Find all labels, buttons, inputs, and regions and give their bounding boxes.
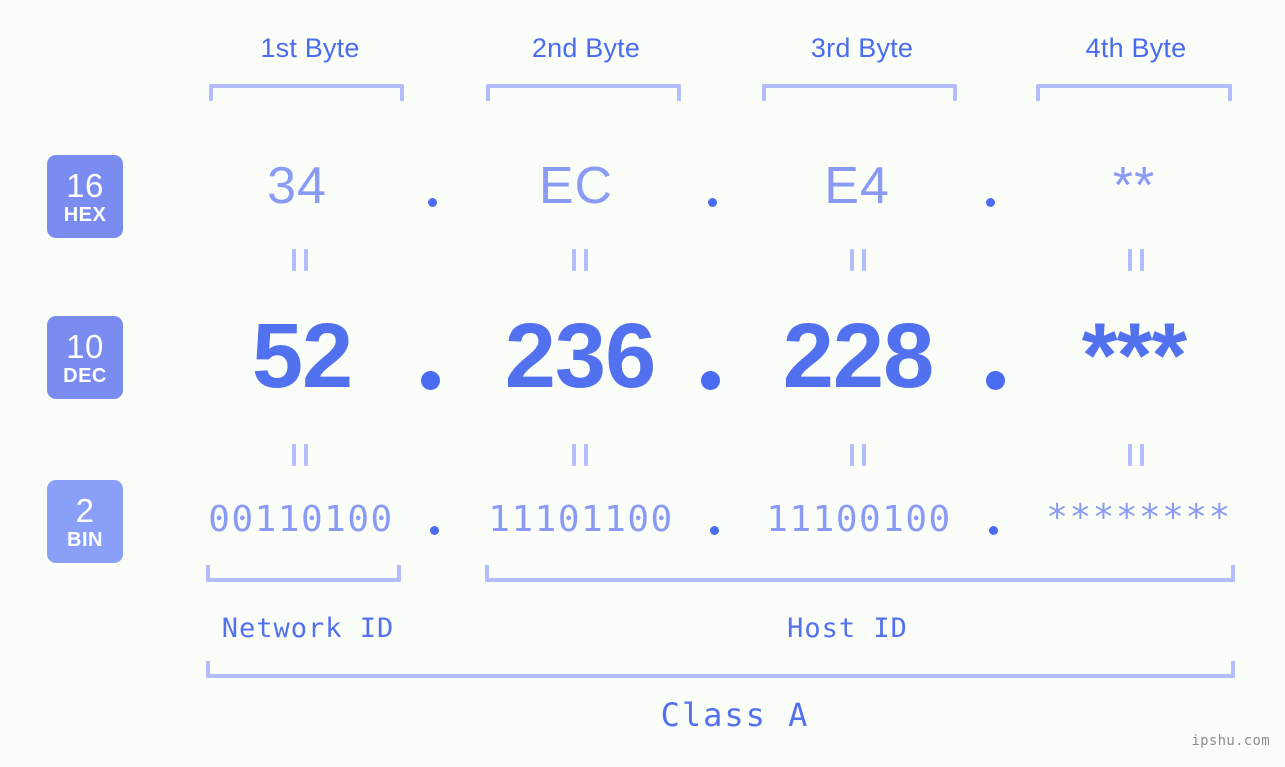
class-label: Class A [660,696,810,734]
host-id-label: Host ID [787,613,908,644]
byte-column-label-1: 1st Byte [260,33,360,63]
base-badge-dec: 10 DEC [47,316,123,399]
hex-byte-3: E4 [824,157,890,215]
bin-byte-1: 00110100 [208,499,394,540]
network-id-label: Network ID [221,613,395,644]
dec-separator-dot-3 [986,371,1005,390]
equals-hex-dec-2 [572,249,588,271]
equals-hex-dec-4 [1128,249,1144,271]
byte-column-label-3: 3rd Byte [810,33,914,63]
hex-separator-dot-3 [986,198,995,207]
hex-separator-dot-1 [428,198,437,207]
equals-dec-bin-3 [850,444,866,466]
dec-byte-1: 52 [251,305,353,407]
hex-byte-4: ** [1112,157,1156,215]
host-id-bracket [485,565,1235,582]
dec-byte-2: 236 [504,305,657,407]
bin-byte-3: 11100100 [766,499,952,540]
byte-column-label-2: 2nd Byte [531,33,641,63]
base-badge-hex-name: HEX [63,203,107,226]
equals-dec-bin-2 [572,444,588,466]
bin-separator-dot-2 [710,526,719,535]
dec-separator-dot-1 [421,371,440,390]
hex-separator-dot-2 [708,198,717,207]
bin-separator-dot-1 [430,526,439,535]
base-badge-dec-number: 10 [66,327,104,365]
base-badge-bin: 2 BIN [47,480,123,563]
ip-address-diagram: 1st Byte 2nd Byte 3rd Byte 4th Byte 16 H… [0,0,1285,767]
base-badge-bin-number: 2 [75,491,95,529]
bin-byte-2: 11101100 [488,499,674,540]
equals-hex-dec-1 [292,249,308,271]
byte-bracket-1 [209,84,404,101]
hex-byte-2: EC [538,157,614,215]
bin-byte-4: ******** [1046,497,1232,538]
dec-byte-4: *** [1081,305,1187,407]
watermark: ipshu.com [1191,733,1270,749]
hex-byte-1: 34 [267,157,327,215]
dec-separator-dot-2 [701,371,720,390]
base-badge-bin-name: BIN [67,528,103,551]
dec-byte-3: 228 [782,305,935,407]
byte-bracket-2 [486,84,681,101]
equals-dec-bin-1 [292,444,308,466]
byte-bracket-3 [762,84,957,101]
bin-separator-dot-3 [989,526,998,535]
byte-column-label-4: 4th Byte [1085,33,1187,63]
base-badge-dec-name: DEC [63,364,107,387]
byte-bracket-4 [1036,84,1232,101]
equals-dec-bin-4 [1128,444,1144,466]
base-badge-hex: 16 HEX [47,155,123,238]
network-id-bracket [206,565,401,582]
class-bracket [206,661,1235,678]
base-badge-hex-number: 16 [66,166,104,204]
equals-hex-dec-3 [850,249,866,271]
